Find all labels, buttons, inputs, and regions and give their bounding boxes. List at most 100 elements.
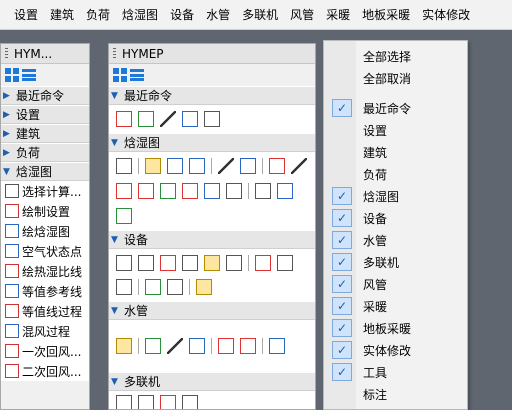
process-b-icon[interactable] <box>182 182 198 199</box>
mid-panel-titlebar[interactable]: HYMEP <box>109 44 315 64</box>
menu-item-equipment[interactable]: 设备 <box>164 6 200 23</box>
menu-item-entity-modify[interactable]: 实体修改 <box>416 6 476 23</box>
draw-settings-icon[interactable] <box>145 158 161 175</box>
menu-item-toggle[interactable]: ✓ 水管 <box>324 229 467 251</box>
list-item[interactable]: 绘热湿比线 <box>1 261 89 281</box>
process-c-icon[interactable] <box>204 182 220 199</box>
vrf-calc-icon[interactable] <box>182 395 198 409</box>
list-item[interactable]: 等值线过程 <box>1 301 89 321</box>
pump-icon[interactable] <box>277 255 293 271</box>
table-grid-icon[interactable] <box>204 111 220 127</box>
list-item[interactable]: 选择计算... <box>1 181 89 201</box>
list-item[interactable]: 绘焓湿图 <box>1 221 89 241</box>
iso-line-rh-icon[interactable] <box>240 158 256 175</box>
section-psychro[interactable]: ▼ 焓湿图 <box>109 133 315 152</box>
list-settings-icon[interactable] <box>138 111 154 127</box>
list-item[interactable]: 空气状态点 <box>1 241 89 261</box>
list-item[interactable]: 一次回风... <box>1 341 89 361</box>
list-view-icon[interactable] <box>22 68 36 82</box>
column-icon[interactable] <box>226 255 242 271</box>
mixing-process-icon[interactable] <box>291 158 307 175</box>
menu-item-toggle[interactable]: ✓ 实体修改 <box>324 339 467 361</box>
menu-item-toggle[interactable]: ✓ 设备 <box>324 207 467 229</box>
menu-item-floor-heating[interactable]: 地板采暖 <box>356 6 416 23</box>
query-icon[interactable] <box>196 279 212 295</box>
pipe-arrow-icon[interactable] <box>189 338 205 354</box>
menu-item-toggle[interactable]: ✓ 地板采暖 <box>324 317 467 339</box>
pipe-tools-icon[interactable] <box>116 338 132 354</box>
menu-item-water-pipe[interactable]: 水管 <box>200 6 236 23</box>
menu-item-duct[interactable]: 风管 <box>284 6 320 23</box>
menu-item-deselect-all[interactable]: 全部取消 <box>324 67 467 89</box>
spray-icon[interactable] <box>277 182 293 199</box>
draw-line-icon[interactable] <box>160 111 176 127</box>
ahu-icon[interactable] <box>160 255 176 271</box>
list-item[interactable]: 绘制设置 <box>1 201 89 221</box>
section-vrf[interactable]: ▼ 多联机 <box>109 372 315 391</box>
grip-icon[interactable] <box>5 47 8 60</box>
left-panel-titlebar[interactable]: HYM... <box>1 44 89 64</box>
fp-coil-icon[interactable] <box>138 255 154 271</box>
radiator-icon[interactable] <box>116 279 132 295</box>
vrf-pipe-icon[interactable] <box>138 395 154 409</box>
menu-item-heating[interactable]: 采暖 <box>320 6 356 23</box>
section-building[interactable]: ▶ 建筑 <box>1 124 89 143</box>
menu-item-toggle[interactable]: 标注 <box>324 383 467 405</box>
pipe-draw-icon[interactable] <box>167 338 183 354</box>
process-a-icon[interactable] <box>160 182 176 199</box>
valve-box-icon[interactable] <box>145 279 161 295</box>
grid-view-icon[interactable] <box>5 68 19 82</box>
menu-item-vrf[interactable]: 多联机 <box>236 6 284 23</box>
plot-icon[interactable] <box>116 111 132 127</box>
list-item[interactable]: 等值参考线 <box>1 281 89 301</box>
menu-item-building[interactable]: 建筑 <box>44 6 80 23</box>
section-recent[interactable]: ▶ 最近命令 <box>1 86 89 105</box>
primary-return-icon[interactable] <box>116 182 132 199</box>
list-item[interactable]: 二次回风... <box>1 361 89 381</box>
grid-view-icon[interactable] <box>113 68 127 82</box>
menu-item-toggle[interactable]: ✓ 采暖 <box>324 295 467 317</box>
section-settings[interactable]: ▶ 设置 <box>1 105 89 124</box>
section-equipment[interactable]: ▼ 设备 <box>109 230 315 249</box>
menu-item-toggle[interactable]: ✓ 工具 <box>324 361 467 383</box>
menu-item-toggle[interactable]: ✓ 多联机 <box>324 251 467 273</box>
menu-item-load[interactable]: 负荷 <box>80 6 116 23</box>
list-view-icon[interactable] <box>130 68 144 82</box>
menu-item-toggle[interactable]: 负荷 <box>324 163 467 185</box>
tank-icon[interactable] <box>182 255 198 271</box>
vrf-unit-icon[interactable] <box>116 395 132 409</box>
menu-item-psychro[interactable]: 焓湿图 <box>116 6 164 23</box>
heater-icon[interactable] <box>204 255 220 271</box>
menu-item-settings[interactable]: 设置 <box>0 6 44 23</box>
section-recent[interactable]: ▼ 最近命令 <box>109 86 315 105</box>
menu-item-toggle[interactable]: ✓ 风管 <box>324 273 467 295</box>
calc-select-icon[interactable] <box>116 158 132 175</box>
grip-icon[interactable] <box>113 47 116 60</box>
angle-icon[interactable] <box>116 207 132 224</box>
air-state-point-icon[interactable] <box>189 158 205 175</box>
section-water-pipe[interactable]: ▼ 水管 <box>109 301 315 320</box>
damper-icon[interactable] <box>255 255 271 271</box>
menu-item-toggle[interactable]: 设置 <box>324 119 467 141</box>
heat-humidity-ratio-icon[interactable] <box>218 158 234 175</box>
pipe-plot-icon[interactable] <box>218 338 234 354</box>
unit-icon[interactable] <box>116 255 132 271</box>
menu-item-select-all[interactable]: 全部选择 <box>324 45 467 67</box>
fan-icon[interactable] <box>226 182 242 199</box>
arrow-connect-icon[interactable] <box>182 111 198 127</box>
iso-process-icon[interactable] <box>269 158 285 175</box>
coil-icon[interactable] <box>255 182 271 199</box>
pipe-connect-icon[interactable] <box>145 338 161 354</box>
vrf-branch-icon[interactable] <box>160 395 176 409</box>
grid-box-icon[interactable] <box>167 279 183 295</box>
menu-item-toggle[interactable]: 建筑 <box>324 141 467 163</box>
pipe-calc-icon[interactable] <box>269 338 285 354</box>
menu-item-toggle[interactable]: ✓ 最近命令 <box>324 97 467 119</box>
psychro-chart-icon[interactable] <box>167 158 183 175</box>
section-load[interactable]: ▶ 负荷 <box>1 143 89 162</box>
section-psychro[interactable]: ▼ 焓湿图 <box>1 162 89 181</box>
pipe-valve-icon[interactable] <box>240 338 256 354</box>
list-item[interactable]: 混风过程 <box>1 321 89 341</box>
secondary-return-icon[interactable] <box>138 182 154 199</box>
menu-item-toggle[interactable]: ✓ 焓湿图 <box>324 185 467 207</box>
